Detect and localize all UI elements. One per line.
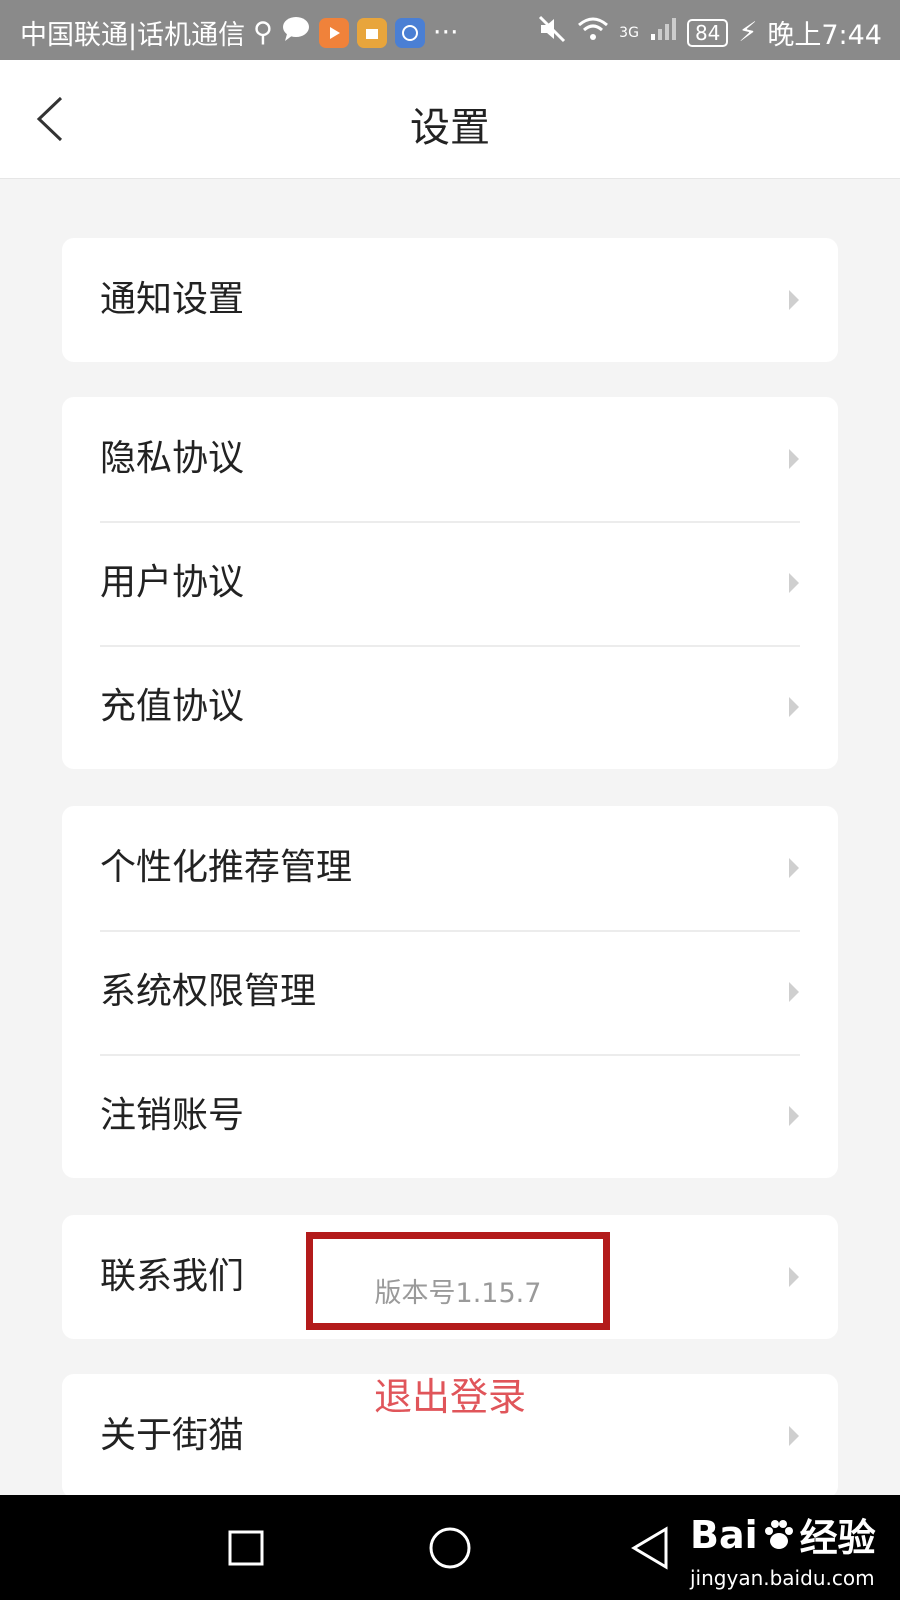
watermark-url: jingyan.baidu.com xyxy=(690,1566,875,1590)
logout-button[interactable]: 退出登录 xyxy=(350,1366,550,1421)
home-button[interactable] xyxy=(420,1521,480,1575)
baidu-jingyan-watermark: Bai 经验 jingyan.baidu.com xyxy=(690,1507,890,1591)
chevron-right-icon xyxy=(789,982,799,1002)
personalized-recommendation-item[interactable]: 个性化推荐管理 xyxy=(62,806,838,930)
chevron-right-icon xyxy=(789,1426,799,1446)
nav-back-button[interactable] xyxy=(620,1521,680,1575)
video-app-icon xyxy=(318,17,349,48)
status-left: 中国联通|话机通信 ⚲ ··· xyxy=(20,13,459,52)
browser-app-icon xyxy=(394,17,425,48)
watermark-logo: Bai 经验 xyxy=(690,1507,890,1562)
version-highlight-box: 版本号1.15.7 xyxy=(306,1232,610,1330)
page-title: 设置 xyxy=(410,105,490,151)
item-label: 用户协议 xyxy=(100,562,245,603)
clock: 晚上7:44 xyxy=(767,20,882,51)
privacy-agreement-item[interactable]: 隐私协议 xyxy=(62,397,838,521)
battery-level: 84 xyxy=(686,18,729,47)
delete-account-item[interactable]: 注销账号 xyxy=(62,1054,838,1178)
circle-icon xyxy=(429,1527,471,1569)
recharge-agreement-item[interactable]: 充值协议 xyxy=(62,645,838,769)
chevron-right-icon xyxy=(789,449,799,469)
version-number: 版本号1.15.7 xyxy=(374,1278,542,1309)
signal-icon xyxy=(649,16,677,49)
item-label: 隐私协议 xyxy=(100,438,245,479)
wifi-icon xyxy=(577,16,609,49)
item-label: 注销账号 xyxy=(100,1095,245,1136)
message-icon xyxy=(281,16,311,49)
chevron-right-icon xyxy=(789,1267,799,1287)
top-bar: 设置 xyxy=(0,60,900,179)
charging-icon: ⚡ xyxy=(738,17,758,48)
item-label: 通知设置 xyxy=(100,279,245,320)
square-icon xyxy=(228,1530,264,1566)
status-bar: 中国联通|话机通信 ⚲ ··· 3G 84 ⚡ 晚上7:44 xyxy=(0,0,900,60)
settings-group-agreements: 隐私协议 用户协议 充值协议 xyxy=(62,397,838,769)
watermark-brand-right: 经验 xyxy=(799,1516,876,1560)
chevron-right-icon xyxy=(789,858,799,878)
item-label: 充值协议 xyxy=(100,686,245,727)
item-label: 联系我们 xyxy=(100,1256,245,1297)
system-permissions-item[interactable]: 系统权限管理 xyxy=(62,930,838,1054)
usb-icon: ⚲ xyxy=(253,17,273,48)
settings-group-notifications: 通知设置 xyxy=(62,238,838,362)
chevron-right-icon xyxy=(789,1106,799,1126)
chevron-right-icon xyxy=(789,573,799,593)
carrier-text: 中国联通|话机通信 xyxy=(20,20,246,51)
system-navigation-bar: Bai 经验 jingyan.baidu.com xyxy=(0,1495,900,1600)
item-label: 系统权限管理 xyxy=(100,971,317,1012)
recent-apps-button[interactable] xyxy=(216,1521,276,1575)
network-type: 3G xyxy=(619,24,639,41)
item-label: 个性化推荐管理 xyxy=(100,847,353,888)
settings-group-management: 个性化推荐管理 系统权限管理 注销账号 xyxy=(62,806,838,1178)
user-agreement-item[interactable]: 用户协议 xyxy=(62,521,838,645)
more-notifications-icon: ··· xyxy=(432,17,459,48)
notification-settings-item[interactable]: 通知设置 xyxy=(62,238,838,362)
watermark-brand-left: Bai xyxy=(690,1512,758,1557)
chevron-right-icon xyxy=(789,697,799,717)
mute-icon xyxy=(537,14,567,51)
item-label: 关于街猫 xyxy=(100,1415,245,1456)
status-right: 3G 84 ⚡ 晚上7:44 xyxy=(537,13,882,52)
paw-icon xyxy=(764,1519,793,1549)
package-app-icon xyxy=(356,17,387,48)
triangle-back-icon xyxy=(631,1526,668,1570)
chevron-right-icon xyxy=(789,290,799,310)
